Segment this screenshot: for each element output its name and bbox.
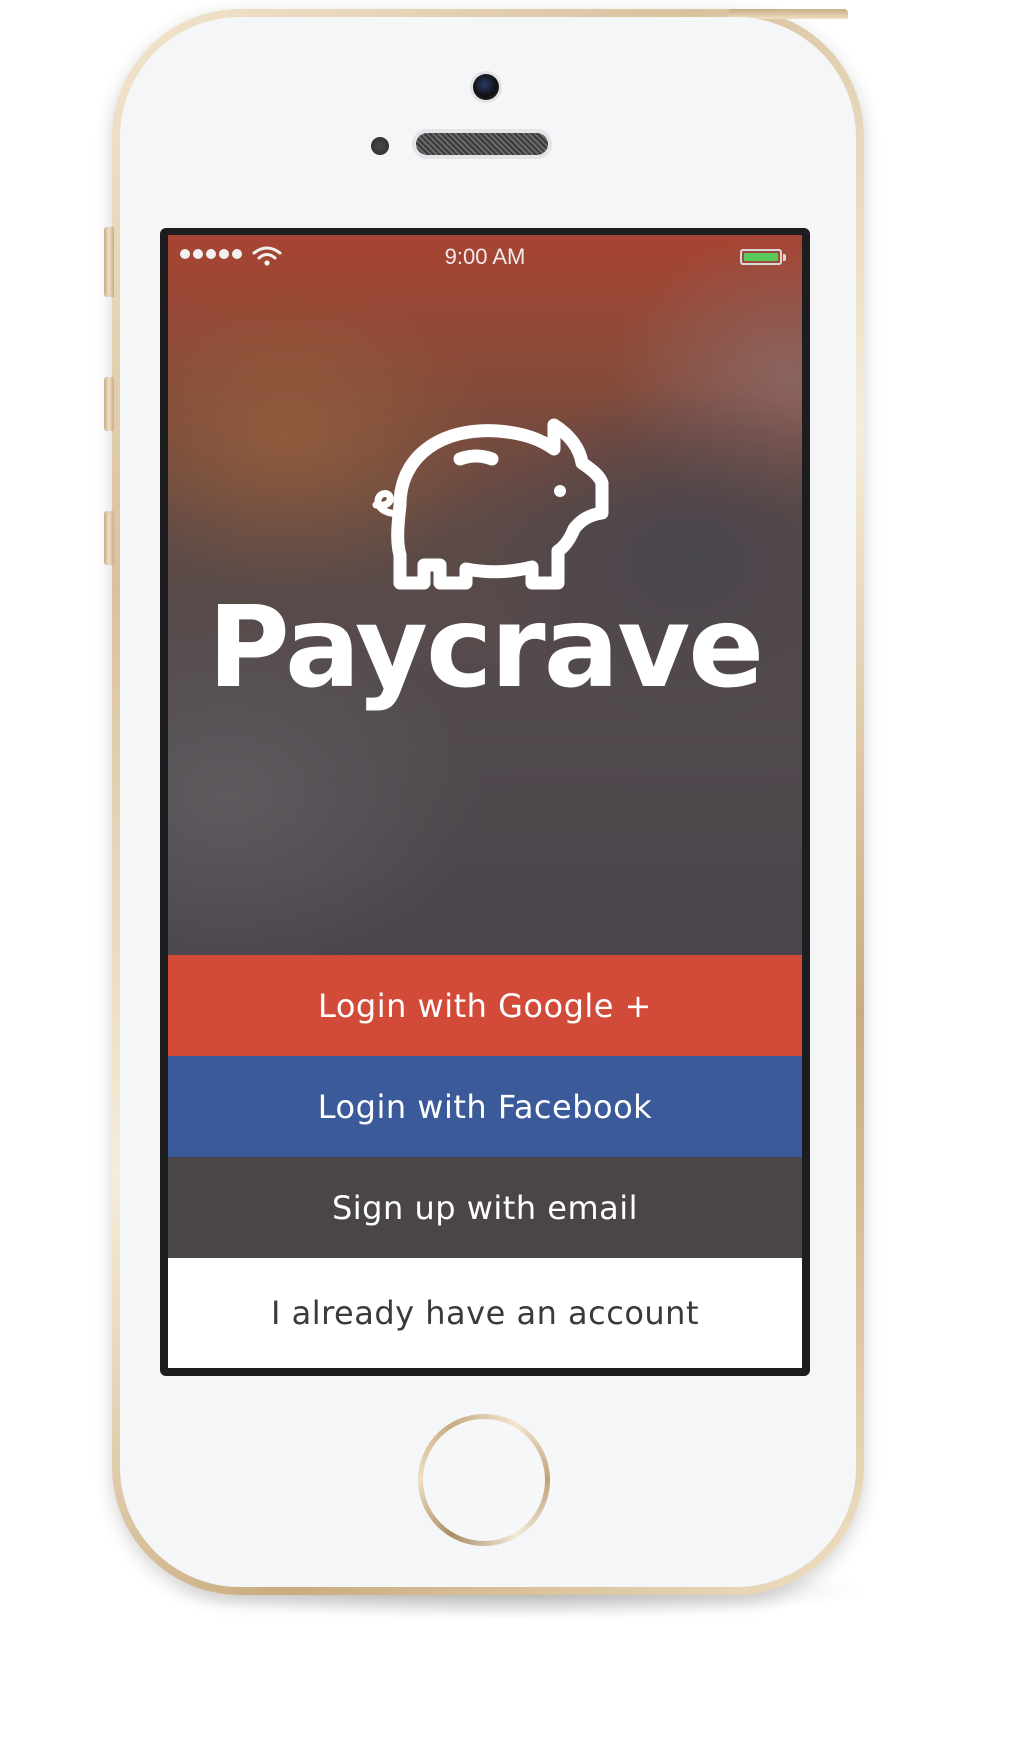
status-bar: 9:00 AM xyxy=(168,235,802,275)
volume-down-button xyxy=(104,511,114,565)
login-google-button[interactable]: Login with Google + xyxy=(168,955,802,1056)
app-name-title: Paycrave xyxy=(207,583,764,713)
status-time: 9:00 AM xyxy=(444,244,526,269)
proximity-sensor xyxy=(371,137,389,155)
battery-icon xyxy=(740,249,782,265)
app-screen: 9:00 AM Paycrave Login with Google + Log… xyxy=(168,235,802,1368)
battery-tip xyxy=(783,254,786,261)
signup-email-button[interactable]: Sign up with email xyxy=(168,1157,802,1258)
earpiece-speaker xyxy=(416,133,548,155)
front-camera xyxy=(473,74,499,100)
piggy-bank-icon xyxy=(372,418,609,590)
mute-switch xyxy=(104,227,114,297)
volume-up-button xyxy=(104,377,114,431)
login-facebook-button[interactable]: Login with Facebook xyxy=(168,1056,802,1157)
existing-account-button[interactable]: I already have an account xyxy=(168,1258,802,1368)
home-button-surface xyxy=(423,1419,545,1541)
home-button[interactable] xyxy=(418,1414,550,1546)
